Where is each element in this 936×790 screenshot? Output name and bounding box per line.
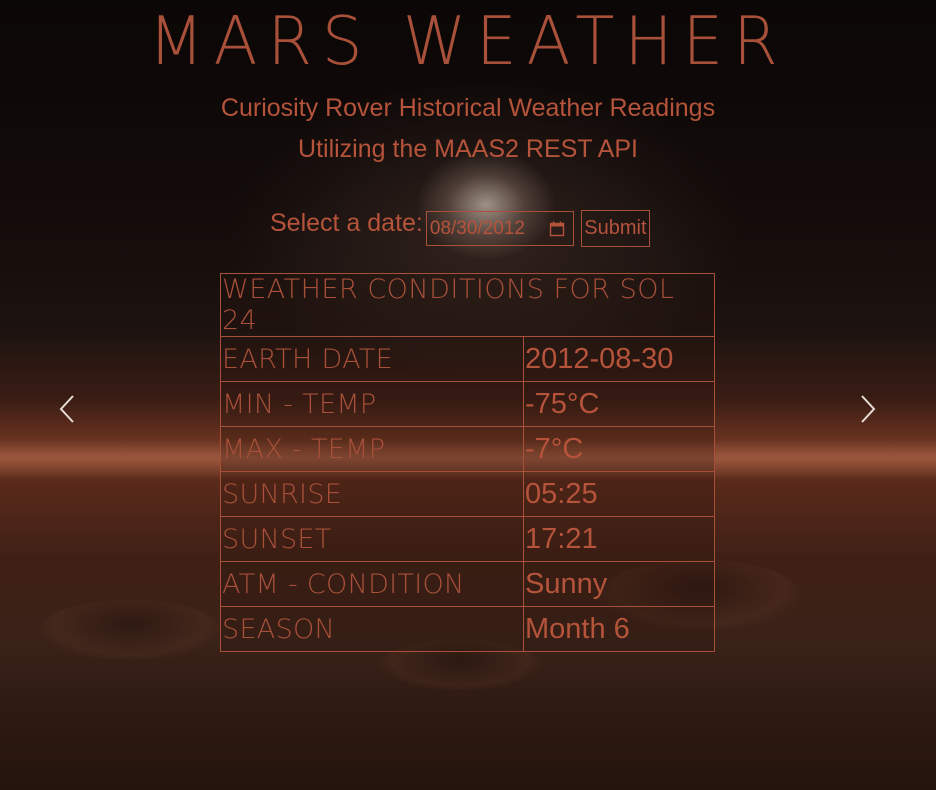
chevron-right-icon[interactable] [857, 393, 877, 425]
chevron-left-icon[interactable] [58, 393, 78, 425]
table-row: MAX - TEMP -7°C [220, 426, 715, 472]
row-value-max-temp: -7°C [523, 426, 715, 472]
table-row: SUNSET 17:21 [220, 516, 715, 562]
row-label-atm-condition: ATM - CONDITION [220, 561, 524, 607]
row-value-sunset: 17:21 [523, 516, 715, 562]
row-label-max-temp: MAX - TEMP [220, 426, 524, 472]
date-form: Select a date: 08/30/2012 Submit [270, 209, 650, 247]
page-title: MARS WEATHER [148, 3, 788, 81]
date-label: Select a date: [270, 209, 423, 237]
weather-table: WEATHER CONDITIONS FOR SOL 24 EARTH DATE… [220, 273, 715, 652]
row-value-min-temp: -75°C [523, 381, 715, 427]
table-row: MIN - TEMP -75°C [220, 381, 715, 427]
date-input-value: 08/30/2012 [429, 217, 525, 239]
table-row: SEASON Month 6 [220, 606, 715, 652]
table-row: ATM - CONDITION Sunny [220, 561, 715, 607]
page-subtitle: Curiosity Rover Historical Weather Readi… [220, 94, 716, 122]
row-value-season: Month 6 [523, 606, 715, 652]
row-label-sunrise: SUNRISE [220, 471, 524, 517]
row-label-season: SEASON [220, 606, 524, 652]
row-value-atm-condition: Sunny [523, 561, 715, 607]
calendar-icon[interactable] [549, 221, 565, 237]
submit-button[interactable]: Submit [580, 210, 650, 247]
table-row: SUNRISE 05:25 [220, 471, 715, 517]
row-label-min-temp: MIN - TEMP [220, 381, 524, 427]
table-row: EARTH DATE 2012-08-30 [220, 336, 715, 382]
row-label-sunset: SUNSET [220, 516, 524, 562]
row-value-sunrise: 05:25 [523, 471, 715, 517]
crater-decoration [40, 600, 220, 660]
date-input[interactable]: 08/30/2012 [425, 211, 574, 246]
row-value-earth-date: 2012-08-30 [523, 336, 715, 382]
row-label-earth-date: EARTH DATE [220, 336, 524, 382]
page-subtitle-api: Utilizing the MAAS2 REST API [298, 135, 638, 163]
table-header-row: WEATHER CONDITIONS FOR SOL 24 [220, 273, 715, 337]
table-heading: WEATHER CONDITIONS FOR SOL 24 [220, 273, 715, 337]
